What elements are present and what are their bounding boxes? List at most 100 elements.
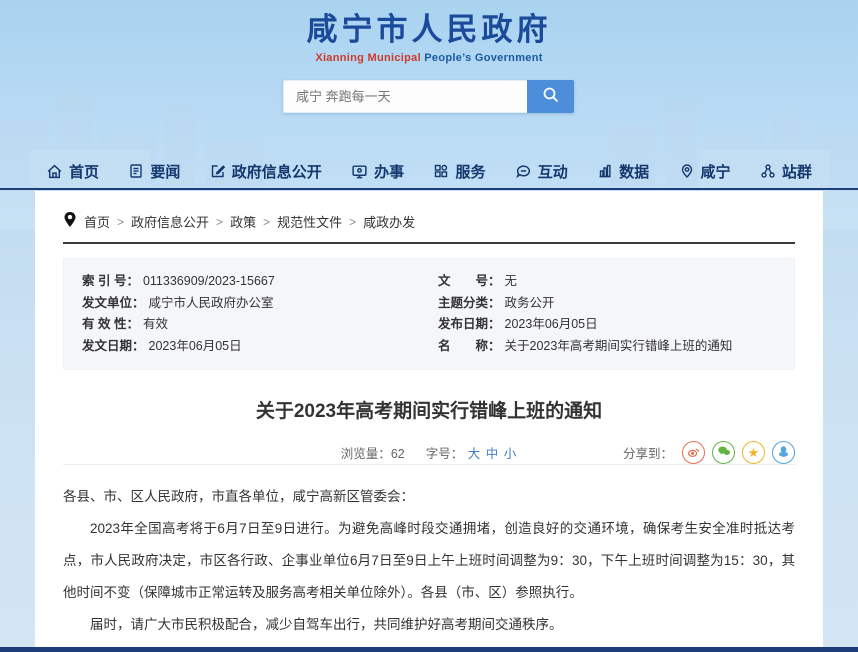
search-button[interactable] [527,80,574,113]
breadcrumb-info-disclosure[interactable]: 政府信息公开 [131,212,209,231]
info-row-topic-category: 主题分类： 政务公开 [438,293,794,315]
fontsize-small-button[interactable]: 小 [504,447,517,461]
nav-label: 站群 [782,161,812,182]
site-title: 咸宁市人民政府 [0,4,858,49]
info-row-title: 名 称： 关于2023年高考期间实行错峰上班的通知 [438,336,794,358]
document-info-left-column: 索 引 号： 011336909/2023-15667 发文单位： 咸宁市人民政… [82,271,438,357]
nav-item-services-hall[interactable]: 办事 [351,161,404,182]
info-value: 有效 [143,314,168,336]
star-icon: ★ [748,445,760,461]
info-row-issuing-unit: 发文单位： 咸宁市人民政府办公室 [82,293,438,315]
info-label: 索 引 号： [82,271,139,293]
site-subtitle: Xianning Municipal People’s Government [0,52,858,64]
content-card: 首页 > 政府信息公开 > 政策 > 规范性文件 > 咸政办发 索 引 号： 0… [35,191,823,647]
info-label: 发布日期： [438,314,501,336]
info-row-issue-date: 发文日期： 2023年06月05日 [82,336,438,358]
breadcrumb-current[interactable]: 咸政办发 [363,212,415,231]
breadcrumb-home[interactable]: 首页 [84,212,110,231]
page: 咸宁市人民政府 Xianning Municipal People’s Gove… [0,0,858,652]
info-label: 发文单位： [82,293,145,315]
breadcrumb-policy[interactable]: 政策 [230,212,256,231]
news-icon [128,163,144,179]
nav-label: 咸宁 [701,161,731,182]
document-info-right-column: 文 号： 无 主题分类： 政务公开 发布日期： 2023年06月05日 名 称：… [438,271,794,357]
info-value: 2023年06月05日 [505,314,598,336]
article-paragraph-main: 2023年全国高考将于6月7日至9日进行。为避免高峰时段交通拥堵，创造良好的交通… [63,513,795,609]
nav-item-interaction[interactable]: 互动 [515,161,568,182]
breadcrumb-normative-docs[interactable]: 规范性文件 [277,212,342,231]
site-header: 咸宁市人民政府 Xianning Municipal People’s Gove… [0,4,858,64]
nav-label: 数据 [619,161,649,182]
share-favorite-button[interactable]: ★ [742,441,765,464]
info-row-index-number: 索 引 号： 011336909/2023-15667 [82,271,438,293]
info-label: 主题分类： [438,293,501,315]
article-paragraph-salutation: 各县、市、区人民政府，市直各单位，咸宁高新区管委会： [63,481,795,513]
nav-item-service[interactable]: 服务 [433,161,485,182]
info-value: 咸宁市人民政府办公室 [149,293,274,315]
site-subtitle-red: Xianning Municipal [315,52,424,64]
info-label: 名 称： [438,336,501,358]
qq-icon [777,445,790,461]
nav-label: 办事 [374,161,404,182]
nav-item-home[interactable]: 首页 [46,161,99,182]
info-row-publish-date: 发布日期： 2023年06月05日 [438,314,794,336]
site-subtitle-blue: People’s Government [424,52,542,64]
info-disclosure-icon [210,163,226,179]
info-value: 011336909/2023-15667 [143,271,275,293]
breadcrumb-separator: > [349,215,356,229]
views-count: 62 [391,447,405,461]
search-bar [283,80,574,113]
fontsize-label: 字号： [426,447,464,461]
nav-item-xianning[interactable]: 咸宁 [679,161,731,182]
weibo-icon [687,445,700,461]
home-icon [46,163,63,180]
fontsize-medium-button[interactable]: 中 [486,447,499,461]
location-pin-icon [63,212,77,231]
share-weibo-button[interactable] [682,441,705,464]
footer-bar [0,647,858,652]
nav-item-data[interactable]: 数据 [597,161,649,182]
location-icon [679,163,695,179]
nav-label: 政府信息公开 [232,161,322,182]
share-bar: 分享到： ★ [623,441,795,464]
nav-label: 互动 [538,161,568,182]
nav-item-site-group[interactable]: 站群 [760,161,812,182]
nav-divider [0,188,858,190]
nav-label: 要闻 [150,161,180,182]
fontsize-large-button[interactable]: 大 [468,447,481,461]
nav-item-info-disclosure[interactable]: 政府信息公开 [210,161,322,182]
article-body: 各县、市、区人民政府，市直各单位，咸宁高新区管委会： 2023年全国高考将于6月… [63,481,795,641]
search-icon [542,86,560,107]
info-value: 关于2023年高考期间实行错峰上班的通知 [505,336,733,358]
nav-label: 首页 [69,161,99,182]
network-icon [760,163,776,179]
breadcrumb: 首页 > 政府信息公开 > 政策 > 规范性文件 > 咸政办发 [63,191,795,244]
article-paragraph-appeal: 届时，请广大市民积极配合，减少自驾车出行，共同维护好高考期间交通秩序。 [63,609,795,641]
share-qq-button[interactable] [772,441,795,464]
breadcrumb-separator: > [117,215,124,229]
info-label: 文 号： [438,271,501,293]
wechat-icon [717,444,731,461]
info-value: 政务公开 [505,293,555,315]
share-wechat-button[interactable] [712,441,735,464]
info-value: 无 [505,271,518,293]
main-nav: 首页 要闻 政府信息公开 办事 服务 互动 数据 咸宁 [0,155,858,187]
breadcrumb-separator: > [263,215,270,229]
chat-icon [515,163,532,180]
views-label: 浏览量： [341,447,391,461]
info-row-validity: 有 效 性： 有效 [82,314,438,336]
info-label: 发文日期： [82,336,145,358]
info-label: 有 效 性： [82,314,139,336]
search-input[interactable] [283,80,527,113]
nav-label: 服务 [455,161,485,182]
bar-chart-icon [597,163,613,179]
nav-item-news[interactable]: 要闻 [128,161,180,182]
article-meta-row: 浏览量：62 字号： 大 中 小 分享到： ★ [63,441,795,465]
monitor-icon [351,163,368,180]
document-info-panel: 索 引 号： 011336909/2023-15667 发文单位： 咸宁市人民政… [63,258,795,370]
info-value: 2023年06月05日 [149,336,242,358]
share-label: 分享到： [623,443,673,462]
article-title: 关于2023年高考期间实行错峰上班的通知 [63,396,795,423]
info-row-doc-number: 文 号： 无 [438,271,794,293]
grid-icon [433,163,449,179]
